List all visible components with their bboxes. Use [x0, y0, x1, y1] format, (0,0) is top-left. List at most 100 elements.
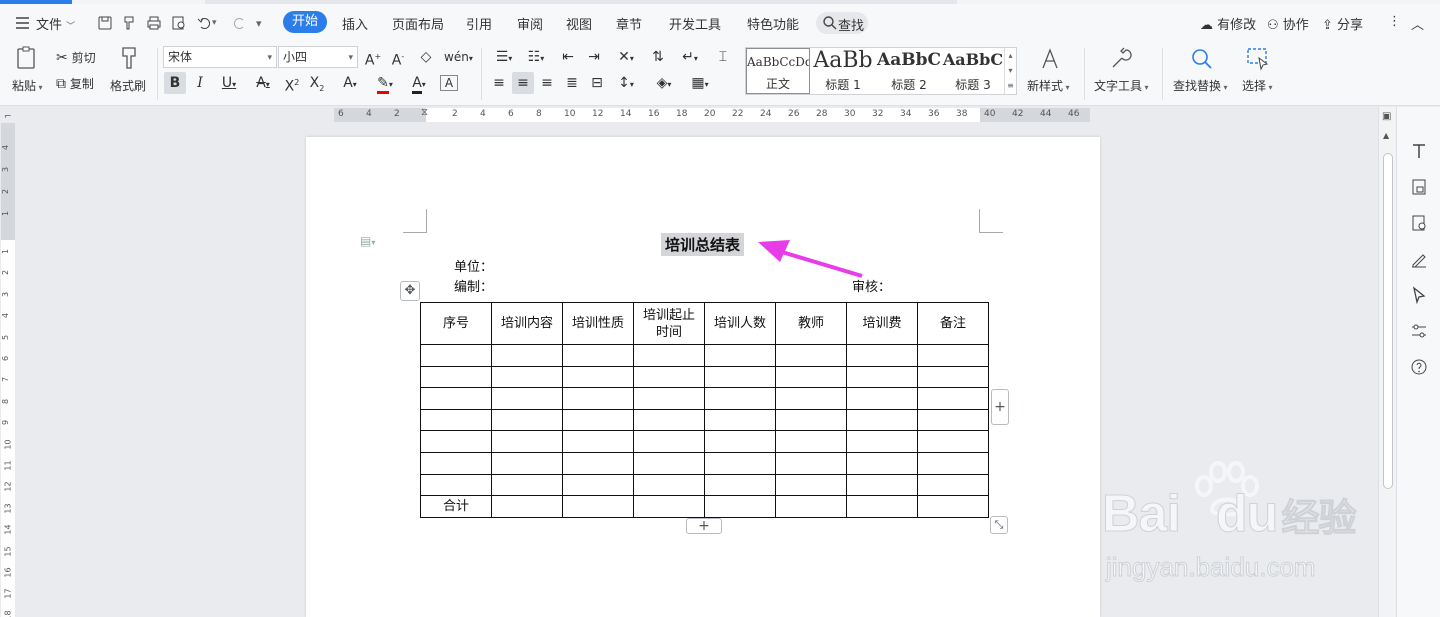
select-button[interactable]: 选择 ▾: [1242, 77, 1273, 94]
table-cell[interactable]: [633, 365, 705, 389]
subscript-button[interactable]: X2: [308, 72, 326, 94]
align-right-icon[interactable]: ≡: [538, 72, 556, 94]
undo-dropdown-icon[interactable]: ▾: [212, 18, 230, 36]
table-cell[interactable]: [420, 473, 492, 497]
clear-format-icon[interactable]: ◇: [416, 46, 436, 68]
table-cell[interactable]: [917, 387, 989, 410]
char-border-button[interactable]: A: [440, 75, 458, 91]
table-cell[interactable]: [704, 430, 776, 453]
tab-review[interactable]: 审阅: [517, 14, 543, 33]
table-cell[interactable]: [420, 408, 492, 432]
table-cell[interactable]: [775, 430, 847, 453]
line-spacing-icon[interactable]: ↕▾: [612, 72, 640, 94]
collaborate-button[interactable]: ⚇ 协作: [1267, 14, 1309, 33]
collapse-ribbon-icon[interactable]: ︿: [1411, 14, 1424, 33]
phonetic-guide-icon[interactable]: wén▾: [444, 46, 473, 68]
cut-button[interactable]: ✂ 剪切: [56, 49, 96, 66]
table-header-cell[interactable]: 培训性质: [562, 302, 634, 345]
cursor-icon[interactable]: [1409, 285, 1429, 305]
new-style-icon[interactable]: [1038, 46, 1062, 75]
select-icon[interactable]: [1245, 46, 1271, 75]
help-icon[interactable]: [1409, 357, 1429, 377]
table-move-handle-icon[interactable]: ✥: [400, 281, 420, 301]
vertical-scrollbar[interactable]: ▣ ▲: [1378, 107, 1396, 617]
increase-indent-icon[interactable]: ⇥: [584, 46, 604, 68]
table-cell[interactable]: [917, 430, 989, 453]
table-header-cell[interactable]: 备注: [917, 302, 989, 345]
add-row-button[interactable]: +: [686, 518, 722, 534]
style-heading-2[interactable]: AaBbC 标题 2: [876, 48, 942, 94]
table-cell[interactable]: [917, 365, 989, 389]
highlight-color-button[interactable]: ✎▾: [372, 72, 398, 94]
table-cell[interactable]: [633, 430, 705, 453]
table-cell[interactable]: [420, 451, 492, 475]
table-cell[interactable]: [491, 430, 563, 453]
tab-developer[interactable]: 开发工具: [669, 14, 721, 33]
indent-marker[interactable]: ⧖: [421, 107, 428, 118]
customize-toolbar-icon[interactable]: ▾: [256, 17, 274, 35]
tab-chapter[interactable]: 章节: [616, 14, 642, 33]
shading-icon[interactable]: ◈▾: [650, 72, 678, 94]
table-cell[interactable]: [917, 344, 989, 367]
table-cell[interactable]: [775, 365, 847, 389]
table-cell[interactable]: [633, 451, 705, 475]
table-cell[interactable]: [491, 451, 563, 475]
table-cell[interactable]: [633, 495, 705, 518]
decrease-font-size-icon[interactable]: A-: [389, 46, 407, 69]
table-cell[interactable]: [704, 408, 776, 432]
more-options-icon[interactable]: ⋮: [1388, 14, 1401, 29]
file-menu[interactable]: 文件 ﹀: [36, 14, 75, 33]
add-column-button[interactable]: +: [991, 389, 1009, 425]
wrench-icon[interactable]: [1108, 46, 1132, 75]
table-cell[interactable]: [917, 451, 989, 475]
chinese-layout-icon[interactable]: ✕▾: [612, 46, 640, 68]
increase-font-size-icon[interactable]: A+: [364, 46, 382, 69]
sliders-icon[interactable]: [1409, 321, 1429, 341]
search-box[interactable]: 查找: [816, 12, 868, 34]
table-cell[interactable]: [775, 495, 847, 518]
scroll-up-icon[interactable]: ▲: [1383, 131, 1389, 140]
table-cell[interactable]: [491, 344, 563, 367]
font-size-select[interactable]: 小四 ▾: [278, 46, 358, 68]
table-cell[interactable]: [775, 451, 847, 475]
table-cell[interactable]: [420, 344, 492, 367]
show-marks-icon[interactable]: ↵▾: [676, 46, 704, 68]
table-cell[interactable]: [491, 473, 563, 497]
table-cell[interactable]: [562, 473, 634, 497]
table-cell[interactable]: [491, 387, 563, 410]
table-cell[interactable]: [775, 473, 847, 497]
format-brush-quick-icon[interactable]: [120, 14, 138, 32]
table-cell[interactable]: [917, 408, 989, 432]
bullet-list-icon[interactable]: ☰▾: [490, 46, 518, 68]
table-cell[interactable]: [846, 387, 918, 410]
font-color-button[interactable]: A▾: [406, 72, 432, 94]
strikethrough-button[interactable]: A▾: [250, 72, 276, 94]
table-cell[interactable]: [704, 451, 776, 475]
sort-icon[interactable]: ⇅: [648, 46, 668, 68]
format-painter-icon[interactable]: [117, 45, 141, 74]
distributed-icon[interactable]: ⊟: [588, 72, 606, 94]
editor-label[interactable]: 编制：: [454, 276, 493, 295]
table-cell[interactable]: [633, 473, 705, 497]
table-cell[interactable]: [420, 387, 492, 410]
table-cell[interactable]: [633, 344, 705, 367]
table-cell[interactable]: [704, 387, 776, 410]
print-preview-icon[interactable]: [170, 14, 188, 32]
text-box-icon[interactable]: [1409, 141, 1429, 161]
tab-page-layout[interactable]: 页面布局: [392, 14, 444, 33]
horizontal-ruler[interactable]: 6 4 2 2 4 6 8 10 12 14 16 18 20 22 24 26 28 30 32 34 36 38 40 4…: [0, 107, 1378, 123]
table-cell[interactable]: [775, 344, 847, 367]
table-header-cell[interactable]: 培训内容: [491, 302, 563, 345]
table-cell[interactable]: [562, 365, 634, 389]
borders-icon[interactable]: ▦▾: [686, 72, 714, 94]
underline-button[interactable]: U▾: [216, 72, 242, 94]
align-center-icon[interactable]: ≡: [512, 72, 534, 94]
print-icon[interactable]: [145, 14, 163, 32]
table-cell[interactable]: [633, 408, 705, 432]
redo-icon[interactable]: [230, 14, 248, 32]
table-cell[interactable]: [562, 344, 634, 367]
style-heading-1[interactable]: AaBb 标题 1: [812, 48, 874, 94]
tab-stops-icon[interactable]: ⌶: [712, 46, 734, 68]
table-header-cell[interactable]: 培训起止 时间: [633, 302, 705, 345]
tab-insert[interactable]: 插入: [342, 14, 368, 33]
